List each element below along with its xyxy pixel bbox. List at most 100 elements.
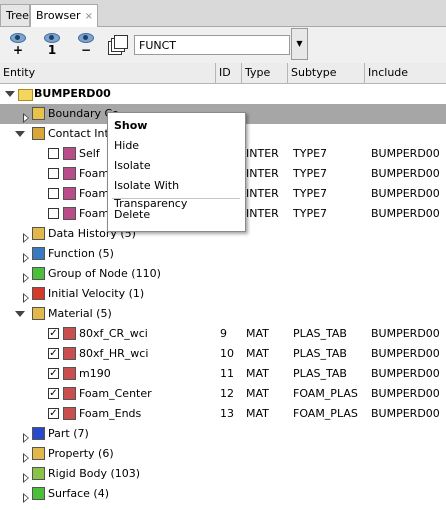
cell-include: BUMPERD00 bbox=[371, 327, 440, 340]
expand-toggle-icon[interactable] bbox=[23, 273, 30, 283]
filter-input[interactable] bbox=[134, 35, 290, 55]
visibility-checkbox[interactable]: ✓ bbox=[48, 388, 59, 399]
cell-subtype: TYPE7 bbox=[293, 207, 328, 220]
visibility-checkbox[interactable]: ✓ bbox=[48, 348, 59, 359]
function-icon bbox=[32, 247, 45, 260]
visibility-checkbox[interactable]: ✓ bbox=[48, 328, 59, 339]
expand-toggle-icon[interactable] bbox=[23, 293, 30, 303]
tree-item[interactable]: ✓ Foam_Ends 13 MAT FOAM_PLAS BUMPERD00 bbox=[0, 404, 446, 424]
tab-bar: Tree Browser × bbox=[0, 0, 446, 27]
tree-item[interactable]: ✓ 80xf_HR_wci 10 MAT PLAS_TAB BUMPERD00 bbox=[0, 344, 446, 364]
expand-toggle-icon[interactable] bbox=[23, 473, 30, 483]
eye-show-one-icon bbox=[44, 33, 60, 43]
tree-item[interactable]: ✓ m190 11 MAT PLAS_TAB BUMPERD00 bbox=[0, 364, 446, 384]
tree-category[interactable]: Property (6) bbox=[0, 444, 446, 464]
tab-browser-label: Browser bbox=[36, 9, 81, 22]
menu-item-delete[interactable]: Delete bbox=[114, 206, 150, 224]
collapse-toggle-icon[interactable] bbox=[15, 311, 25, 317]
expand-toggle-icon[interactable] bbox=[23, 453, 30, 463]
tree-category[interactable]: Initial Velocity (1) bbox=[0, 284, 446, 304]
cell-id: 10 bbox=[220, 347, 234, 360]
hide-button[interactable]: − bbox=[74, 31, 98, 59]
cell-id: 13 bbox=[220, 407, 234, 420]
cell-subtype: PLAS_TAB bbox=[293, 327, 347, 340]
material-item-icon bbox=[63, 347, 76, 360]
data-history-icon bbox=[32, 227, 45, 240]
expand-toggle-icon[interactable] bbox=[23, 433, 30, 443]
tab-browser[interactable]: Browser × bbox=[30, 4, 98, 27]
menu-item-show[interactable]: Show bbox=[114, 117, 147, 135]
column-type[interactable]: Type bbox=[242, 63, 288, 83]
interface-icon bbox=[63, 147, 76, 160]
expand-toggle-icon[interactable] bbox=[23, 113, 30, 123]
tree-category[interactable]: Rigid Body (103) bbox=[0, 464, 446, 484]
visibility-checkbox[interactable] bbox=[48, 188, 59, 199]
cell-include: BUMPERD00 bbox=[371, 207, 440, 220]
root-label: BUMPERD00 bbox=[34, 87, 111, 100]
cell-include: BUMPERD00 bbox=[371, 187, 440, 200]
expand-toggle-icon[interactable] bbox=[23, 253, 30, 263]
eye-hide-icon bbox=[78, 33, 94, 43]
tree-label: Group of Node (110) bbox=[48, 267, 161, 280]
tree-label: m190 bbox=[79, 367, 111, 380]
cell-include: BUMPERD00 bbox=[371, 347, 440, 360]
menu-item-hide[interactable]: Hide bbox=[114, 137, 139, 155]
expand-toggle-icon[interactable] bbox=[23, 493, 30, 503]
column-entity[interactable]: Entity bbox=[0, 63, 216, 83]
filter-dropdown-button[interactable]: ▼ bbox=[291, 28, 308, 60]
interface-icon bbox=[63, 167, 76, 180]
column-include[interactable]: Include bbox=[365, 63, 446, 83]
tree-category[interactable]: Function (5) bbox=[0, 244, 446, 264]
tree-category[interactable]: Material (5) bbox=[0, 304, 446, 324]
tree-root[interactable]: BUMPERD00 bbox=[0, 84, 446, 104]
expand-toggle-icon[interactable] bbox=[23, 233, 30, 243]
visibility-checkbox[interactable] bbox=[48, 148, 59, 159]
tree-label: Initial Velocity (1) bbox=[48, 287, 145, 300]
cell-subtype: TYPE7 bbox=[293, 167, 328, 180]
tree-label: Foam_Center bbox=[79, 387, 152, 400]
visibility-checkbox[interactable] bbox=[48, 208, 59, 219]
column-subtype[interactable]: Subtype bbox=[288, 63, 365, 83]
collapse-toggle-icon[interactable] bbox=[15, 131, 25, 137]
part-icon bbox=[32, 427, 45, 440]
visibility-checkbox[interactable] bbox=[48, 168, 59, 179]
chevron-down-icon: ▼ bbox=[296, 39, 303, 48]
eye-show-icon bbox=[10, 33, 26, 43]
property-icon bbox=[32, 447, 45, 460]
group-of-node-icon bbox=[32, 267, 45, 280]
tree-category[interactable]: Part (7) bbox=[0, 424, 446, 444]
tree-label: Function (5) bbox=[48, 247, 114, 260]
cell-subtype: FOAM_PLAS bbox=[293, 407, 358, 420]
close-icon[interactable]: × bbox=[85, 11, 93, 22]
show-button[interactable]: + bbox=[6, 31, 30, 59]
cell-type: INTER bbox=[246, 167, 279, 180]
tree-category[interactable]: Group of Node (110) bbox=[0, 264, 446, 284]
layers-icon[interactable] bbox=[108, 35, 130, 55]
show-one-button[interactable]: 1 bbox=[40, 31, 64, 59]
cell-type: MAT bbox=[246, 407, 269, 420]
visibility-checkbox[interactable]: ✓ bbox=[48, 408, 59, 419]
tab-tree[interactable]: Tree bbox=[0, 4, 30, 26]
cell-include: BUMPERD00 bbox=[371, 407, 440, 420]
tree-category[interactable]: Surface (4) bbox=[0, 484, 446, 504]
expand-toggle-icon[interactable] bbox=[5, 91, 15, 97]
surface-icon bbox=[32, 487, 45, 500]
cell-subtype: PLAS_TAB bbox=[293, 347, 347, 360]
cell-include: BUMPERD00 bbox=[371, 167, 440, 180]
material-item-icon bbox=[63, 327, 76, 340]
visibility-checkbox[interactable]: ✓ bbox=[48, 368, 59, 379]
tree-label: Part (7) bbox=[48, 427, 89, 440]
boundary-condition-icon bbox=[32, 107, 45, 120]
tree-item[interactable]: ✓ Foam_Center 12 MAT FOAM_PLAS BUMPERD00 bbox=[0, 384, 446, 404]
cell-type: MAT bbox=[246, 367, 269, 380]
column-id[interactable]: ID bbox=[216, 63, 242, 83]
cell-type: INTER bbox=[246, 187, 279, 200]
tree-label: Foam_Ends bbox=[79, 407, 142, 420]
cell-subtype: TYPE7 bbox=[293, 187, 328, 200]
menu-item-isolate[interactable]: Isolate bbox=[114, 157, 151, 175]
tree-label: 80xf_CR_wci bbox=[79, 327, 148, 340]
show-one-symbol: 1 bbox=[47, 43, 57, 57]
tree-item[interactable]: ✓ 80xf_CR_wci 9 MAT PLAS_TAB BUMPERD00 bbox=[0, 324, 446, 344]
menu-item-isolate-transparency[interactable]: Isolate With Transparency bbox=[114, 177, 245, 210]
cell-id: 9 bbox=[220, 327, 227, 340]
